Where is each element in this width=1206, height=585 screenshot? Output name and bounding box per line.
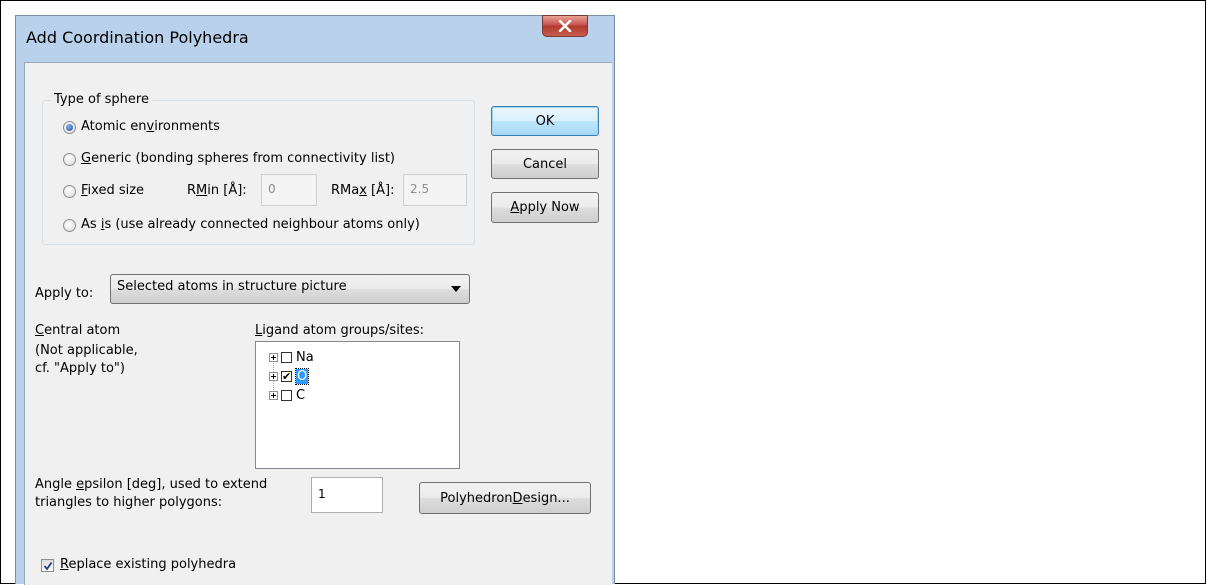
type-of-sphere-label: Type of sphere [51, 92, 152, 107]
radio-atomic-environments[interactable] [63, 121, 76, 134]
expand-plus-icon[interactable] [269, 371, 278, 381]
central-atom-note-line2: cf. "Apply to") [35, 361, 125, 376]
ligand-checkbox-na[interactable] [281, 351, 292, 363]
ligand-checkbox-o[interactable]: ✔ [281, 370, 292, 382]
ligand-tree[interactable]: Na ✔ O C [255, 341, 460, 469]
rmin-input[interactable]: 0 [261, 174, 317, 206]
cancel-button[interactable]: Cancel [491, 149, 599, 179]
expand-plus-icon[interactable] [269, 352, 278, 362]
radio-generic[interactable] [63, 153, 76, 166]
apply-now-button[interactable]: Apply Now [491, 192, 599, 223]
expand-plus-icon[interactable] [269, 390, 278, 400]
close-button[interactable] [542, 15, 588, 37]
checkmark-icon [43, 561, 52, 570]
ok-button[interactable]: OK [491, 106, 599, 136]
radio-as-is-label[interactable]: As is (use already connected neighbour a… [81, 217, 420, 232]
apply-to-label: Apply to: [35, 286, 94, 301]
ligand-groups-label: Ligand atom groups/sites: [255, 323, 425, 338]
replace-polyhedra-label[interactable]: Replace existing polyhedra [60, 557, 236, 572]
add-coordination-polyhedra-dialog: Add Coordination Polyhedra Type of spher… [15, 15, 615, 585]
radio-generic-label[interactable]: Generic (bonding spheres from connectivi… [81, 151, 395, 166]
radio-fixed-size-label[interactable]: Fixed size [81, 183, 144, 198]
central-atom-label: Central atom [35, 323, 121, 338]
radio-as-is[interactable] [63, 219, 76, 232]
tree-item-o[interactable]: ✔ O [269, 367, 310, 385]
angle-epsilon-label-line2: triangles to higher polygons: [35, 495, 223, 510]
dialog-title: Add Coordination Polyhedra [26, 28, 249, 47]
dialog-client-area: Type of sphere Atomic environments Gener… [24, 62, 612, 585]
chevron-down-icon [451, 286, 461, 292]
tree-item-c[interactable]: C [269, 387, 305, 403]
radio-fixed-size[interactable] [63, 185, 76, 198]
rmax-input[interactable]: 2.5 [403, 174, 467, 206]
close-x-icon [558, 20, 572, 32]
polyhedron-design-button[interactable]: Polyhedron Design... [419, 482, 591, 514]
tree-item-na[interactable]: Na [269, 349, 314, 365]
apply-to-selected-value: Selected atoms in structure picture [117, 279, 347, 294]
angle-epsilon-label-line1: Angle epsilon [deg], used to extend [35, 477, 268, 492]
replace-polyhedra-checkbox[interactable] [41, 559, 54, 572]
ligand-checkbox-c[interactable] [281, 389, 292, 401]
rmin-label: RMin [Å]: [187, 183, 247, 198]
rmax-label: RMax [Å]: [331, 183, 395, 198]
central-atom-note-line1: (Not applicable, [35, 343, 138, 358]
angle-epsilon-input[interactable]: 1 [311, 477, 383, 513]
apply-to-select[interactable]: Selected atoms in structure picture [110, 274, 470, 304]
radio-atomic-environments-label[interactable]: Atomic environments [81, 119, 220, 134]
